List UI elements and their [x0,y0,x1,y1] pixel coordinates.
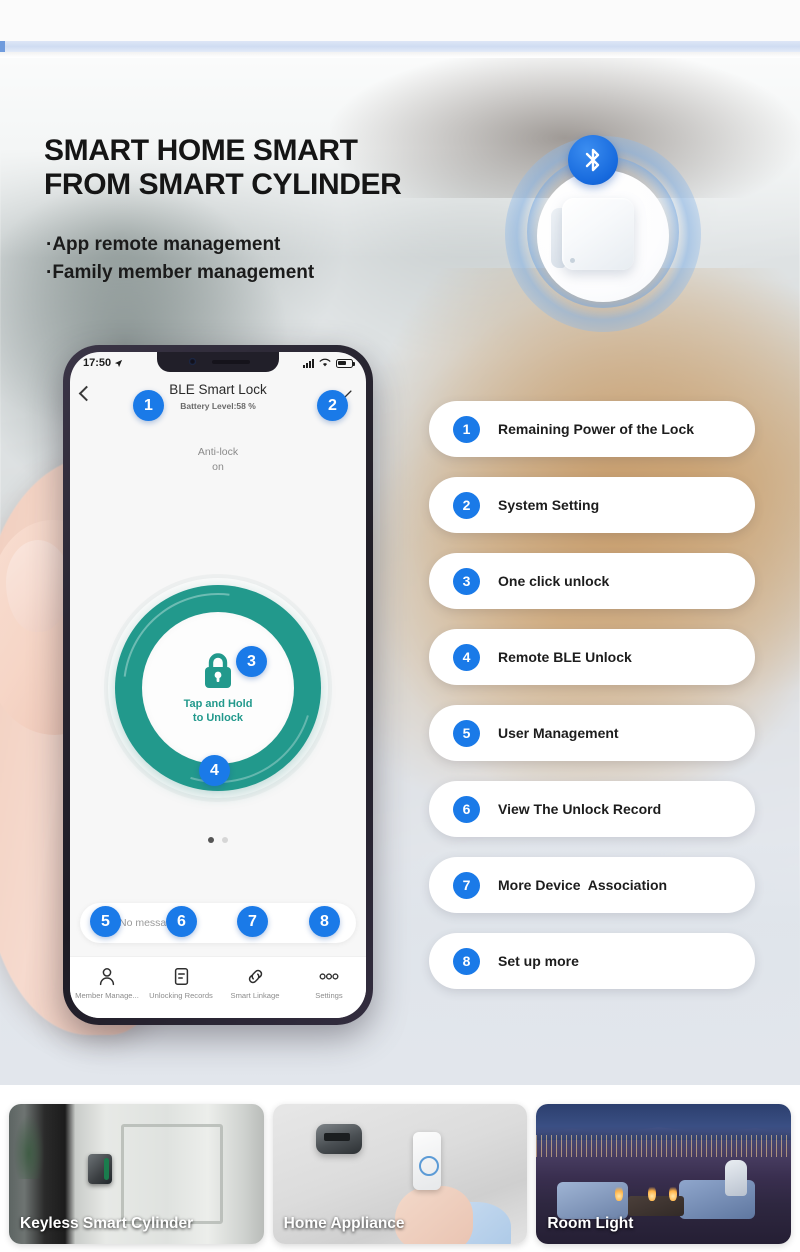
top-banner-strip [0,0,800,58]
thumbnail [6,540,70,632]
anti-lock-label: Anti-lock [197,446,239,458]
feature-number: 8 [453,947,480,975]
pagination-dot-active[interactable] [208,837,214,843]
feature-number: 5 [453,719,480,747]
more-dots-icon [319,973,339,980]
phone-notch [157,352,279,372]
anti-lock-status: Anti-lock on [70,445,366,475]
feature-number: 1 [453,415,480,443]
smart-cylinder-device [87,1154,112,1185]
person-icon [99,968,115,986]
pagination-dots[interactable] [208,837,228,843]
feature-item-1[interactable]: 1 Remaining Power of the Lock [429,401,755,457]
candle-flame [668,1185,677,1202]
feature-label: User Management [498,725,619,741]
headline-line-2: FROM SMART CYLINDER [44,168,402,201]
feature-label: One click unlock [498,573,610,589]
signal-bars-icon [303,358,314,368]
feature-item-8[interactable]: 8 Set up more [429,933,755,989]
padlock-icon [205,653,231,688]
card-caption: Keyless Smart Cylinder [20,1215,194,1232]
feature-label: Set up more [498,953,579,969]
blue-band [0,41,800,52]
feature-item-4[interactable]: 4 Remote BLE Unlock [429,629,755,685]
card-keyless-smart-cylinder[interactable]: Keyless Smart Cylinder [9,1104,264,1244]
feature-number: 3 [453,567,480,595]
card-caption: Room Light [547,1215,634,1232]
tab-label: Smart Linkage [230,991,280,1000]
bluetooth-icon [568,135,618,185]
bottom-card-strip: Keyless Smart Cylinder Home Appliance Ro… [0,1104,800,1244]
front-camera-icon [189,358,196,365]
dial-text-line-1: Tap and Hold [183,698,253,710]
gateway-device [562,198,634,270]
page-title: SMART HOME SMART FROM SMART CYLINDER [44,134,474,202]
feature-list: 1 Remaining Power of the Lock 2 System S… [429,401,755,1009]
callout-badge-8: 8 [309,906,340,937]
link-icon [248,969,262,984]
bottom-tab-bar[interactable]: Member Manage... Unlocking Records Smart… [70,956,366,1018]
feature-label: System Setting [498,497,600,513]
wifi-icon [319,358,331,367]
callout-badge-6: 6 [166,906,197,937]
tab-label: Member Manage... [75,991,139,1000]
location-arrow-icon [115,359,123,367]
bullet-family-member: ·Family member management [46,262,315,283]
bluetooth-gateway-illustration [505,135,701,332]
candle-flame [615,1185,624,1202]
feature-label: View The Unlock Record [498,801,662,817]
callout-badge-7: 7 [237,906,268,937]
status-icons [303,358,355,368]
feature-number: 2 [453,491,480,519]
feature-number: 7 [453,871,480,899]
status-time-group: 17:50 [83,357,123,369]
tab-member-management[interactable]: Member Manage... [70,967,144,1000]
feature-item-3[interactable]: 3 One click unlock [429,553,755,609]
tab-settings[interactable]: Settings [292,967,366,1000]
feature-label: Remaining Power of the Lock [498,421,695,437]
callout-badge-5: 5 [90,906,121,937]
dial-instruction: Tap and Hold to Unlock [184,697,253,725]
feature-item-6[interactable]: 6 View The Unlock Record [429,781,755,837]
feature-number: 6 [453,795,480,823]
card-room-light[interactable]: Room Light [536,1104,792,1244]
dial-inner-circle[interactable]: Tap and Hold to Unlock [142,612,294,764]
document-icon [174,968,188,985]
callout-badge-2: 2 [317,390,348,421]
status-time: 17:50 [83,357,112,369]
callout-badge-4: 4 [199,755,230,786]
feature-label: Remote BLE Unlock [498,649,632,665]
hand [394,1186,473,1244]
headline-bullets: ·App remote management ·Family member ma… [46,231,314,287]
tab-unlocking-records[interactable]: Unlocking Records [144,967,218,1000]
tab-smart-linkage[interactable]: Smart Linkage [218,967,292,1000]
feature-label: More Device Association [498,877,668,893]
plant-decoration [14,1115,45,1180]
city-lights [536,1134,792,1158]
door-panel [121,1123,223,1225]
blue-band-edge [0,41,5,52]
feature-item-7[interactable]: 7 More Device Association [429,857,755,913]
bullet-app-remote: ·App remote management [46,234,281,255]
anti-lock-state: on [212,461,224,473]
earpiece-speaker [212,360,250,364]
card-caption: Home Appliance [283,1215,405,1232]
feature-number: 4 [453,643,480,671]
candle-flame [648,1185,657,1202]
callout-badge-1: 1 [133,390,164,421]
robot-vacuum [315,1123,362,1154]
feature-item-5[interactable]: 5 User Management [429,705,755,761]
feature-item-2[interactable]: 2 System Setting [429,477,755,533]
control-phone [412,1132,441,1190]
tab-label: Settings [315,991,343,1000]
person [724,1160,747,1196]
dial-text-line-2: to Unlock [192,712,244,724]
callout-badge-3: 3 [236,646,267,677]
battery-icon [336,358,355,368]
pagination-dot[interactable] [222,837,228,843]
card-home-appliance[interactable]: Home Appliance [272,1104,528,1244]
tab-label: Unlocking Records [149,991,213,1000]
headline-line-1: SMART HOME SMART [44,134,358,167]
